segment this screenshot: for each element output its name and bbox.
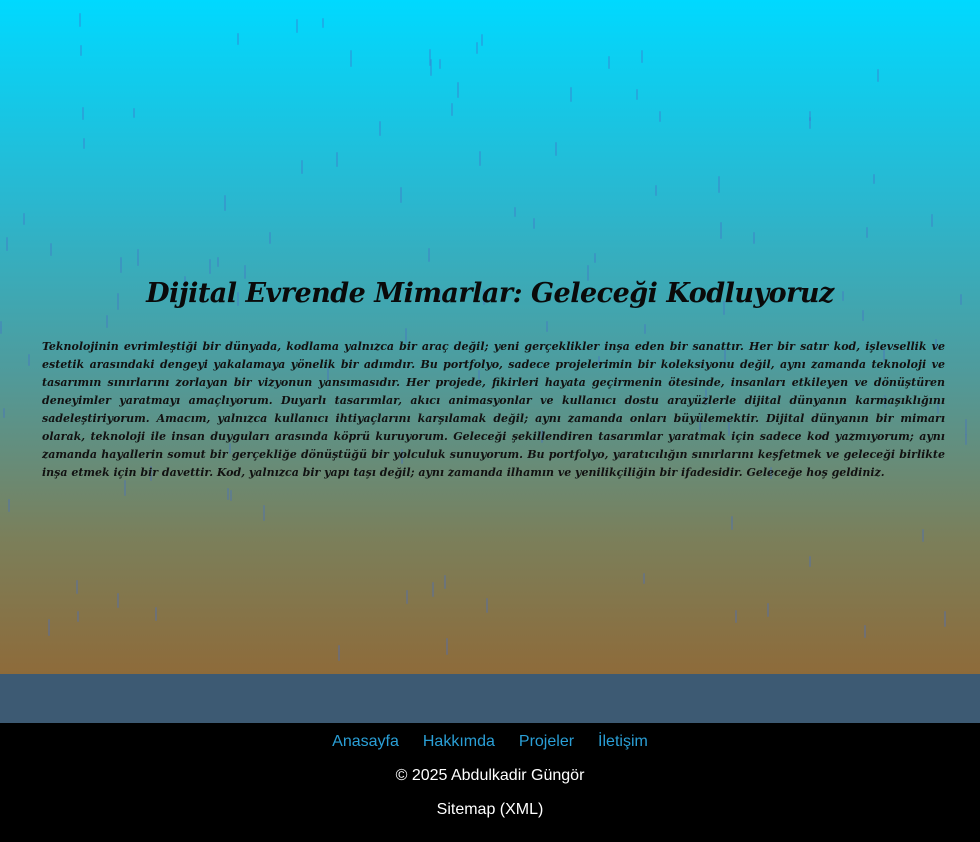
rain-drop [322,18,324,28]
rain-drop [735,610,737,623]
rain-drop [400,187,402,203]
rain-drop [644,324,646,334]
rain-drop [8,499,10,512]
rain-drop [227,488,229,500]
rain-drop [555,142,557,156]
rain-drop [429,49,431,66]
rain-drop [50,243,52,256]
copyright-text: © 2025 Abdulkadir Güngör [395,767,585,784]
rain-drop [379,121,381,136]
rain-drop [809,117,811,129]
nav-link-home[interactable]: Anasayfa [332,733,399,751]
nav-link-contact[interactable]: İletişim [598,733,648,751]
rain-drop [877,69,879,82]
rain-drop [296,19,298,33]
rain-drop [77,611,79,622]
rain-drop [106,315,108,328]
rain-drop [659,111,661,122]
rain-drop [862,310,864,321]
rain-drop [533,218,535,229]
rain-drop [79,13,81,27]
rain-drop [476,42,478,54]
rain-drop [336,152,338,167]
rain-drop [655,185,657,196]
rain-drop [965,419,967,435]
rain-drop [338,645,340,661]
rain-drop [230,490,232,501]
divider-strip [0,674,980,723]
rain-drop [124,480,126,496]
rain-drop [636,89,638,100]
rain-drop [809,556,811,567]
rain-drop [444,575,446,589]
rain-drop [209,259,211,274]
rain-drop [486,598,488,613]
rain-drop [866,227,868,238]
nav-link-about[interactable]: Hakkımda [423,733,495,751]
rain-drop [48,619,50,636]
rain-drop [514,207,516,217]
rain-drop [301,160,303,174]
rain-drop [446,638,448,655]
hero-text: Teknolojinin evrimleştiği bir dünyada, k… [42,340,945,479]
rain-drop [479,151,481,166]
rain-drop [76,580,78,594]
rain-drop [570,87,572,102]
rain-drop [731,516,733,530]
rain-drop [82,107,84,120]
rain-drop [269,232,271,244]
rain-drop [767,603,769,617]
hero-title: Dijital Evrende Mimarlar: Geleceği Kodlu… [146,278,834,309]
rain-drop [457,82,459,98]
hero-section: Dijital Evrende Mimarlar: Geleceği Kodlu… [0,0,980,674]
rain-drop [23,213,25,225]
footer-nav: Anasayfa Hakkımda Projeler İletişim [0,733,980,751]
footer: Anasayfa Hakkımda Projeler İletişim © 20… [0,723,980,842]
sitemap-link[interactable]: Sitemap (XML) [0,801,980,819]
rain-animation [0,0,980,674]
rain-drop [428,248,430,262]
rain-drop [117,593,119,608]
rain-drop [944,611,946,627]
rain-drop [641,50,643,63]
rain-drop [155,607,157,621]
rain-drop [237,33,239,45]
rain-drop [28,354,30,366]
rain-drop [481,34,483,46]
rain-drop [931,214,933,227]
rain-drop [643,573,645,584]
rain-drop [873,174,875,184]
rain-drop [432,582,434,597]
rain-drop [608,56,610,69]
rain-drop [80,45,82,56]
rain-drop [217,257,219,267]
rain-drop [451,103,453,116]
rain-drop [546,321,548,332]
rain-drop [720,222,722,239]
rain-drop [133,108,135,118]
rain-drop [922,529,924,542]
rain-drop [137,249,139,266]
rain-drop [6,237,8,251]
rain-drop [406,590,408,604]
rain-drop [263,505,265,521]
rain-drop [864,625,866,638]
rain-drop [753,232,755,244]
rain-drop [594,253,596,263]
rain-drop [439,59,441,69]
rain-drop [83,138,85,149]
rain-drop [120,257,122,273]
rain-drop [0,321,2,334]
rain-drop [224,195,226,211]
rain-drop [718,176,720,193]
rain-drop [3,408,5,418]
rain-drop [244,265,246,279]
rain-drop [965,434,967,445]
nav-link-projects[interactable]: Projeler [519,733,574,751]
rain-drop [350,50,352,67]
